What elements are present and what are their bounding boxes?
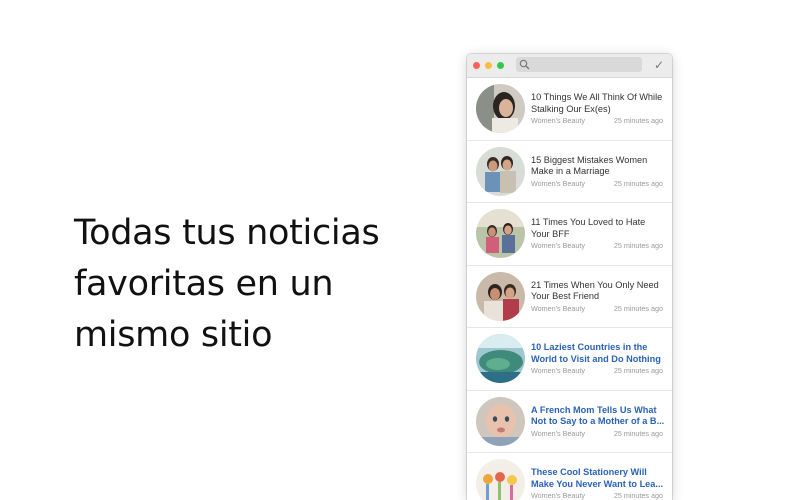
article-source: Women's Beauty [531,241,585,250]
article-title: These Cool Stationery Will Make You Neve… [531,467,664,489]
article-thumbnail [476,459,525,500]
zoom-button[interactable] [497,62,504,69]
article-title: A French Mom Tells Us What Not to Say to… [531,404,665,427]
marketing-tagline: Todas tus noticias favoritas en un mismo… [74,208,414,361]
close-button[interactable] [473,62,480,69]
list-item[interactable]: 15 Biggest Mistakes Women Make in a Marr… [467,141,672,203]
article-thumbnail [476,84,525,133]
article-thumbnail [476,146,525,196]
search-icon [519,59,530,70]
article-title: 11 Times You Loved to Hate Your BFF [531,217,646,239]
list-item[interactable]: 11 Times You Loved to Hate Your BFF Wome… [467,203,672,266]
article-source: Women's Beauty [531,178,585,188]
article-thumbnail [476,209,525,258]
article-time: 25 minutes ago [613,303,663,313]
minimize-button[interactable] [485,62,492,69]
article-list: 10 Things We All Think Of While Stalking… [467,78,672,500]
article-title: 15 Biggest Mistakes Women Make in a Marr… [531,154,648,177]
article-thumbnail [476,396,525,446]
list-item[interactable]: 10 Things We All Think Of While Stalking… [467,78,672,141]
article-time: 25 minutes ago [613,116,663,125]
app-window: ✓ 10 Things We All Think Of While Stalki… [467,54,672,500]
article-title: 10 Laziest Countries in the World to Vis… [531,342,661,364]
article-source: Women's Beauty [531,428,585,438]
article-source: Women's Beauty [531,116,585,125]
list-item[interactable]: A French Mom Tells Us What Not to Say to… [467,391,672,453]
list-item[interactable]: These Cool Stationery Will Make You Neve… [467,453,672,500]
list-item[interactable]: 10 Laziest Countries in the World to Vis… [467,328,672,391]
article-title: 10 Things We All Think Of While Stalking… [531,92,663,114]
article-time: 25 minutes ago [613,178,663,188]
article-time: 25 minutes ago [613,241,663,250]
list-item[interactable]: 21 Times When You Only Need Your Best Fr… [467,266,672,328]
article-thumbnail [476,271,525,321]
done-checkmark-icon[interactable]: ✓ [654,57,664,73]
tagline-line-1: Todas tus noticias [74,213,380,253]
article-time: 25 minutes ago [613,428,663,438]
article-source: Women's Beauty [531,366,585,375]
search-input[interactable] [516,57,642,72]
tagline-line-3: mismo sitio [74,315,273,355]
article-source: Women's Beauty [531,303,585,313]
article-source: Women's Beauty [531,491,585,500]
article-time: 25 minutes ago [613,366,663,375]
tagline-line-2: favoritas en un [74,264,334,304]
article-title: 21 Times When You Only Need Your Best Fr… [531,279,659,302]
title-bar: ✓ [467,54,672,78]
article-thumbnail [476,334,525,383]
article-time: 25 minutes ago [613,491,663,500]
